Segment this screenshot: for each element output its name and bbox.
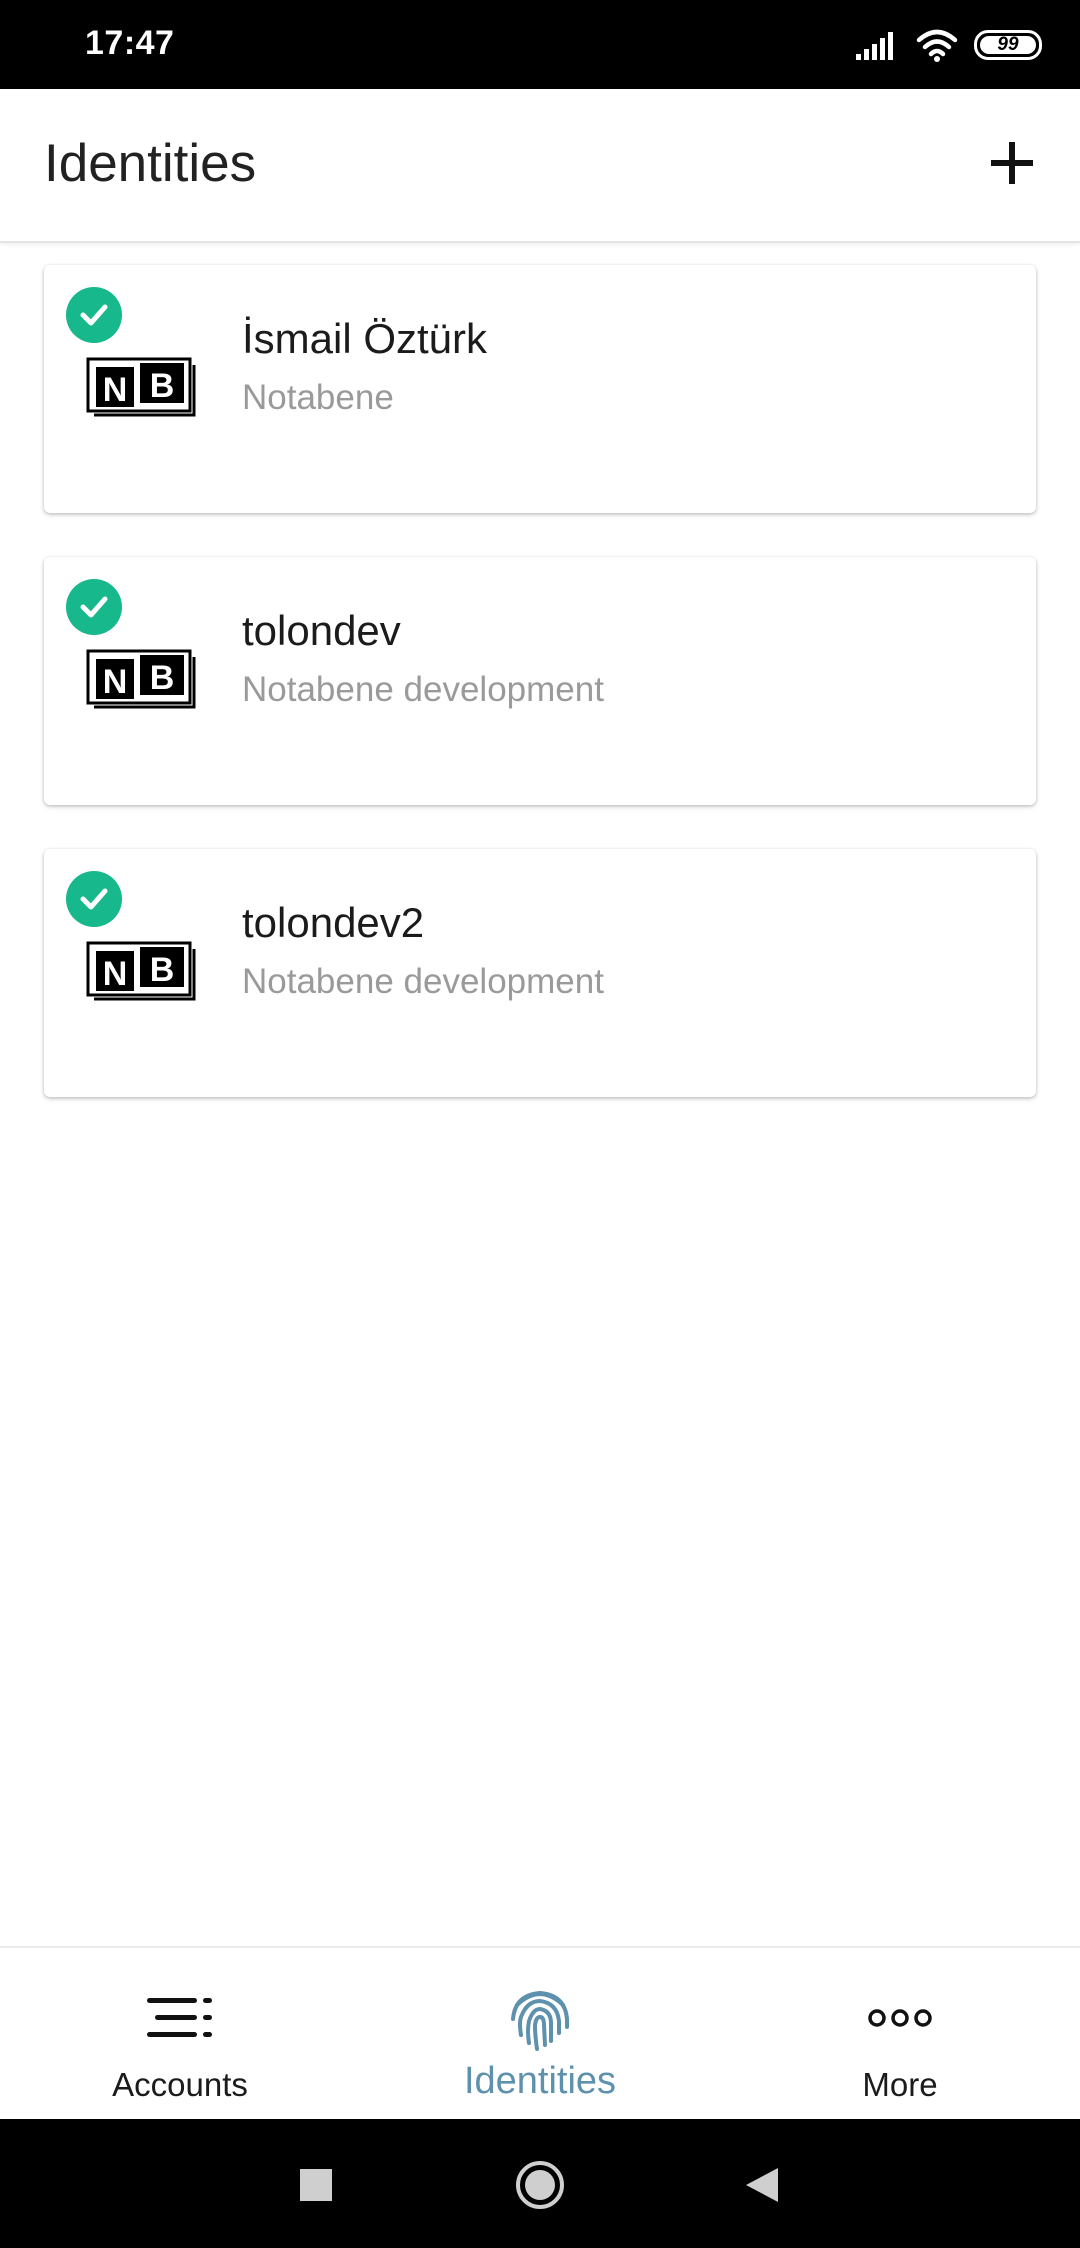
add-identity-button[interactable] <box>984 135 1040 191</box>
identity-name: tolondev <box>242 607 401 654</box>
accounts-list-icon <box>142 1980 218 2056</box>
fingerprint-icon <box>502 1980 578 2056</box>
verified-check-icon <box>66 287 122 343</box>
status-time: 17:47 <box>85 24 175 62</box>
home-circle-icon[interactable] <box>508 2153 572 2217</box>
nav-label-more: More <box>862 2066 938 2103</box>
nav-label-identities: Identities <box>463 2060 617 2102</box>
notabene-logo-icon: N B <box>86 357 196 417</box>
wifi-icon <box>916 29 958 62</box>
more-dots-icon <box>862 1980 938 2056</box>
identity-issuer: Notabene <box>242 378 394 417</box>
svg-text:B: B <box>150 951 175 989</box>
nav-item-more[interactable]: More <box>720 1948 1080 2121</box>
nav-label-accounts: Accounts <box>112 2066 248 2103</box>
status-icons: 99 <box>856 26 1042 64</box>
identity-issuer: Notabene development <box>242 962 604 1001</box>
page-title: Identities <box>44 134 257 193</box>
svg-text:B: B <box>150 659 175 697</box>
status-bar: 17:47 99 <box>0 0 1080 89</box>
app-header: Identities <box>0 89 1080 243</box>
identity-issuer: Notabene development <box>242 670 604 709</box>
signal-icon <box>856 32 893 60</box>
system-nav-bar <box>0 2119 1080 2248</box>
plus-icon <box>991 142 1033 184</box>
nav-item-identities[interactable]: Identities <box>360 1948 720 2121</box>
identity-card[interactable]: N B İsmail Öztürk Notabene <box>44 265 1036 513</box>
battery-level: 99 <box>997 34 1019 55</box>
identity-card[interactable]: N B tolondev Notabene development <box>44 557 1036 805</box>
notabene-logo-icon: N B <box>86 649 196 709</box>
svg-text:N: N <box>103 663 128 701</box>
identity-name: İsmail Öztürk <box>242 315 488 362</box>
svg-text:N: N <box>103 955 128 993</box>
svg-text:N: N <box>103 371 128 409</box>
verified-check-icon <box>66 871 122 927</box>
battery-icon: 99 <box>974 30 1042 60</box>
back-triangle-icon[interactable] <box>730 2153 794 2217</box>
identity-name: tolondev2 <box>242 899 425 946</box>
verified-check-icon <box>66 579 122 635</box>
identity-card[interactable]: N B tolondev2 Notabene development <box>44 849 1036 1097</box>
recents-square-icon[interactable] <box>284 2153 348 2217</box>
notabene-logo-icon: N B <box>86 941 196 1001</box>
svg-text:B: B <box>150 367 175 405</box>
nav-item-accounts[interactable]: Accounts <box>0 1948 360 2121</box>
bottom-nav: Accounts Identities More <box>0 1946 1080 2119</box>
